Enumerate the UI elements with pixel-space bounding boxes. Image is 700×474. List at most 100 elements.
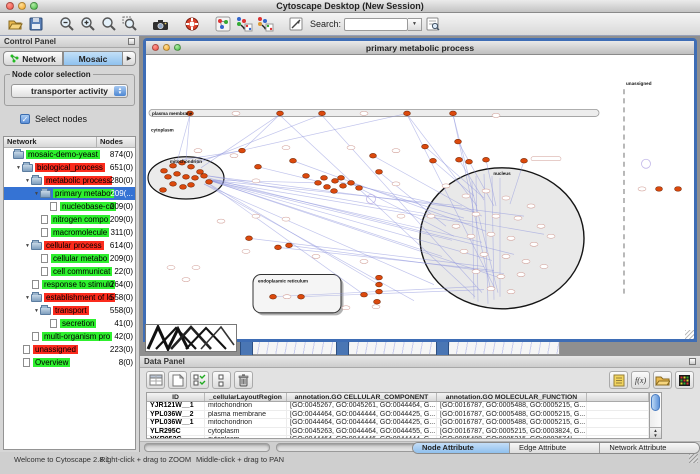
tree-row[interactable]: ▼cellular process614(0) bbox=[4, 239, 135, 252]
network-node[interactable] bbox=[338, 176, 345, 181]
network-node[interactable] bbox=[277, 111, 284, 116]
expand-arrow-icon[interactable]: ▼ bbox=[24, 178, 31, 184]
network-node[interactable] bbox=[376, 275, 383, 280]
node-label-oval[interactable] bbox=[360, 259, 368, 263]
node-label-oval[interactable] bbox=[492, 113, 500, 117]
background-window-fragment[interactable] bbox=[448, 340, 560, 355]
select-all-attributes-icon[interactable] bbox=[146, 371, 165, 389]
network-node[interactable] bbox=[165, 175, 172, 180]
node-color-dropdown[interactable]: transporter activity ▲▼ bbox=[11, 84, 128, 98]
attribute-matrix-icon[interactable] bbox=[675, 371, 694, 389]
tab-network[interactable]: Network bbox=[3, 51, 63, 66]
network-node[interactable] bbox=[332, 179, 339, 184]
modify-network-icon[interactable] bbox=[254, 14, 275, 34]
network-node[interactable] bbox=[483, 157, 490, 162]
table-scrollbar[interactable]: ▲▼ bbox=[650, 392, 662, 439]
node-label-oval[interactable] bbox=[537, 224, 545, 228]
node-label-oval[interactable] bbox=[372, 305, 380, 309]
network-node[interactable] bbox=[246, 236, 253, 241]
network-node[interactable] bbox=[430, 158, 437, 163]
zoom-fit-icon[interactable] bbox=[98, 14, 119, 34]
import-attributes-folder-icon[interactable] bbox=[653, 371, 672, 389]
table-row[interactable]: YPL036W__2plasma membrane[GO:0044464, GO… bbox=[147, 411, 649, 420]
node-label-oval[interactable] bbox=[232, 111, 240, 115]
column-header[interactable] bbox=[587, 393, 649, 401]
network-node[interactable] bbox=[521, 158, 528, 163]
node-label-oval[interactable] bbox=[638, 187, 646, 191]
select-nodes-checkbox[interactable]: ✓ bbox=[20, 114, 30, 124]
network-node[interactable] bbox=[170, 163, 177, 168]
attribute-browser-tab[interactable]: Edge Attribute Browser bbox=[510, 443, 600, 453]
network-node[interactable] bbox=[656, 187, 663, 192]
column-header[interactable]: ID bbox=[147, 393, 205, 401]
node-label-oval[interactable] bbox=[397, 214, 405, 218]
node-label-oval[interactable] bbox=[497, 275, 505, 279]
network-node[interactable] bbox=[376, 282, 383, 287]
node-label-oval[interactable] bbox=[472, 212, 480, 216]
tree-row[interactable]: cellular metabo209(0) bbox=[4, 252, 135, 265]
node-label-oval[interactable] bbox=[540, 264, 548, 268]
expand-arrow-icon[interactable]: ▼ bbox=[15, 165, 22, 171]
node-label-oval[interactable] bbox=[242, 249, 250, 253]
node-label-oval[interactable] bbox=[487, 287, 495, 291]
network-node[interactable] bbox=[370, 153, 377, 158]
node-label-row[interactable] bbox=[531, 157, 561, 161]
zoom-button[interactable] bbox=[174, 44, 181, 51]
network-node[interactable] bbox=[404, 111, 411, 116]
node-label-oval[interactable] bbox=[507, 290, 515, 294]
node-label-oval[interactable] bbox=[347, 146, 355, 150]
snapshot-camera-icon[interactable] bbox=[150, 14, 171, 34]
tree-row[interactable]: ▼establishment of lo558(0) bbox=[4, 291, 135, 304]
apply-layout-network-icon[interactable] bbox=[233, 14, 254, 34]
network-node[interactable] bbox=[348, 181, 355, 186]
search-input[interactable] bbox=[344, 18, 408, 31]
network-node[interactable] bbox=[361, 292, 368, 297]
node-label-oval[interactable] bbox=[182, 278, 190, 282]
attribute-browser-tab[interactable]: Node Attribute Browser bbox=[413, 443, 510, 453]
background-window-fragment[interactable] bbox=[240, 340, 346, 355]
network-node[interactable] bbox=[456, 157, 463, 162]
tree-row[interactable]: ▼metabolic process280(0) bbox=[4, 174, 135, 187]
create-network-icon[interactable] bbox=[212, 14, 233, 34]
close-button[interactable] bbox=[6, 2, 14, 10]
node-label-oval[interactable] bbox=[452, 224, 460, 228]
node-label-oval[interactable] bbox=[502, 254, 510, 258]
table-row[interactable]: YKR052Ccytoplasm[GO:0044464, GO:0044446,… bbox=[147, 436, 649, 439]
network-node[interactable] bbox=[270, 294, 277, 299]
column-header[interactable]: annotation.GO CELLULAR_COMPONENT bbox=[287, 393, 437, 401]
tree-row[interactable]: nitrogen compo209(0) bbox=[4, 213, 135, 226]
tree-row[interactable]: ▼primary metabol209(... bbox=[4, 187, 135, 200]
network-node[interactable] bbox=[319, 111, 326, 116]
tree-row[interactable]: secretion41(0) bbox=[4, 317, 135, 330]
node-label-oval[interactable] bbox=[392, 149, 400, 153]
network-node[interactable] bbox=[286, 243, 293, 248]
open-file-icon[interactable] bbox=[4, 14, 25, 34]
network-node[interactable] bbox=[324, 185, 331, 190]
tree-row[interactable]: nucleobase-co209(0) bbox=[4, 200, 135, 213]
float-panel-icon[interactable] bbox=[128, 38, 135, 45]
help-lifesaver-icon[interactable] bbox=[181, 14, 202, 34]
tree-row[interactable]: Overview8(0) bbox=[4, 356, 135, 369]
node-label-oval[interactable] bbox=[522, 259, 530, 263]
node-label-oval[interactable] bbox=[472, 270, 480, 274]
network-node[interactable] bbox=[321, 176, 328, 181]
network-window-titlebar[interactable]: primary metabolic process bbox=[146, 41, 694, 55]
node-label-oval[interactable] bbox=[217, 219, 225, 223]
node-label-oval[interactable] bbox=[514, 216, 522, 220]
tree-row[interactable]: response to stimulu264(0) bbox=[4, 278, 135, 291]
zoom-in-icon[interactable] bbox=[77, 14, 98, 34]
network-node[interactable] bbox=[174, 172, 181, 177]
zoom-out-icon[interactable] bbox=[56, 14, 77, 34]
network-node[interactable] bbox=[340, 184, 347, 189]
expand-arrow-icon[interactable]: ▼ bbox=[24, 243, 31, 249]
network-node[interactable] bbox=[675, 187, 682, 192]
network-node[interactable] bbox=[376, 170, 383, 175]
overview-window-fragment[interactable] bbox=[145, 324, 237, 352]
tree-row[interactable]: ▼transport558(0) bbox=[4, 304, 135, 317]
node-label-oval[interactable] bbox=[283, 295, 291, 299]
node-label-oval[interactable] bbox=[427, 214, 435, 218]
window-resize-grip-icon[interactable] bbox=[689, 454, 698, 463]
node-label-oval[interactable] bbox=[342, 306, 350, 310]
network-node[interactable] bbox=[376, 289, 383, 294]
node-label-oval[interactable] bbox=[502, 196, 510, 200]
